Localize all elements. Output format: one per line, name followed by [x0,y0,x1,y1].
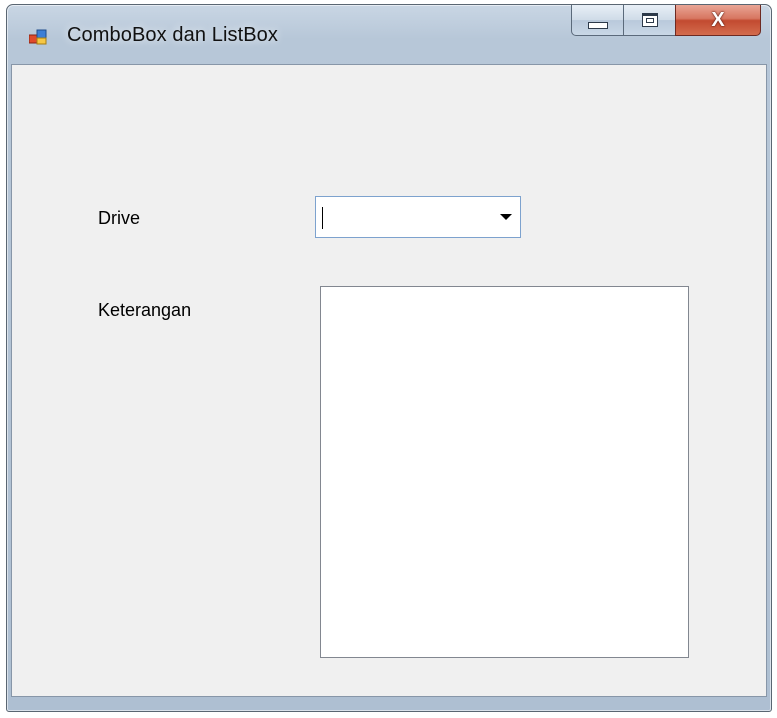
keterangan-listbox[interactable] [320,286,689,658]
app-icon [29,29,47,45]
close-icon: X [711,8,725,31]
keterangan-label: Keterangan [98,300,192,320]
drive-label: Drive [98,208,141,228]
title-bar[interactable]: ComboBox dan ListBox X [7,5,771,63]
maximize-icon [641,13,658,27]
caption-buttons: X [571,5,761,37]
text-caret [322,207,323,229]
window-title: ComboBox dan ListBox [67,24,279,46]
close-button[interactable]: X [675,5,761,36]
maximize-button[interactable] [623,5,676,36]
form-client-area: Drive Keterangan [11,64,767,697]
minimize-icon [587,21,608,29]
minimize-button[interactable] [571,5,624,36]
drive-combobox[interactable] [315,196,521,238]
dropdown-arrow-icon[interactable] [500,214,512,220]
app-window: ComboBox dan ListBox X Drive Keterangan [6,4,772,712]
